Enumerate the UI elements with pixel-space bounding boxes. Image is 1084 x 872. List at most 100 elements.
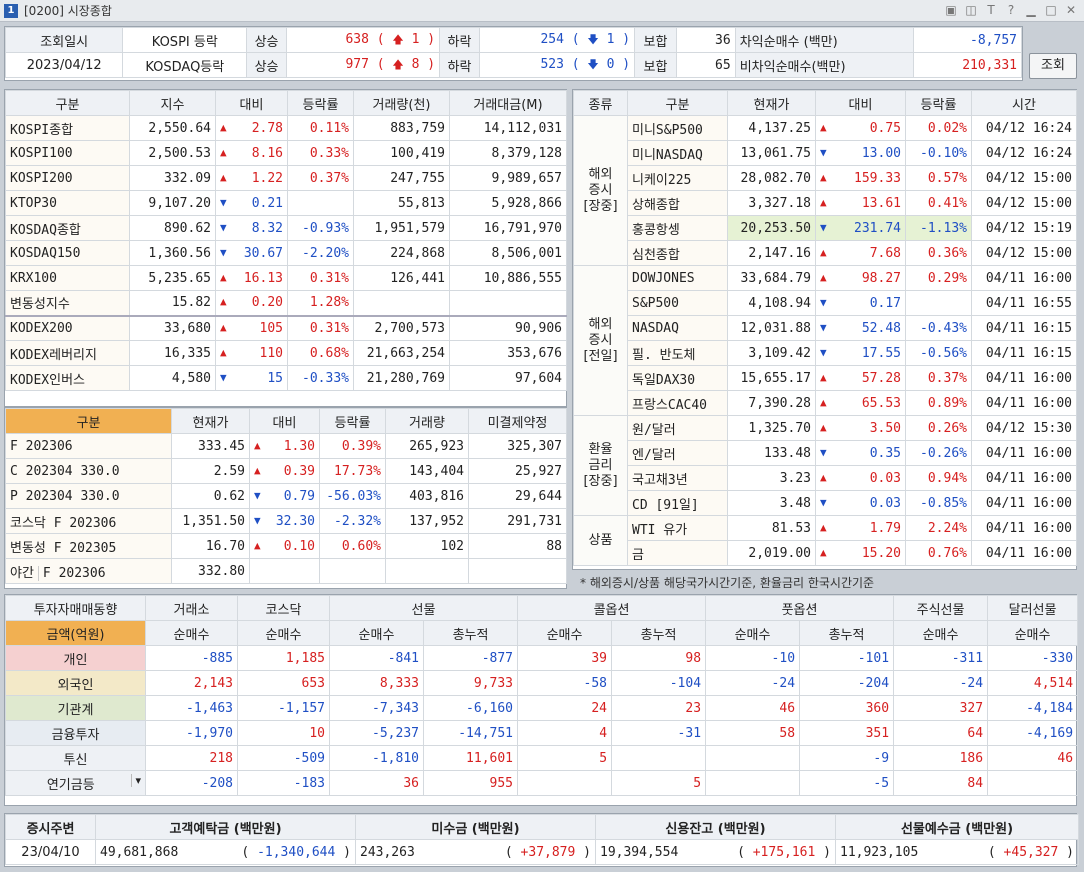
investor-row[interactable]: 외국인 2,143 653 8,333 9,733 -58 -104 -24 -204 -24 4,… — [5, 670, 1079, 696]
deriv-row[interactable]: F 202306 333.45 ▲ 1.30 0.39% 265,923 325,307 — [5, 433, 567, 459]
world-row[interactable]: 국고채3년 3.23 ▲ 0.03 0.94% 04/11 16:00 — [574, 465, 1077, 491]
close-icon[interactable]: ✕ — [1064, 3, 1078, 17]
world-rate: -0.26% — [905, 440, 972, 466]
investor-value: 327 — [893, 695, 989, 721]
index-header[interactable]: 지수 — [129, 90, 216, 116]
index-volume: 2,700,573 — [353, 315, 450, 341]
deriv-volume: 265,923 — [385, 433, 469, 459]
investor-value: -1,810 — [329, 745, 424, 771]
world-header[interactable]: 대비 — [815, 90, 906, 116]
index-row[interactable]: KODEX200 33,680 ▲ 105 0.31% 2,700,573 90,906 — [5, 315, 567, 341]
maximize-icon[interactable]: □ — [1044, 3, 1058, 17]
deriv-header[interactable]: 등락률 — [319, 408, 386, 434]
triangle-up-icon: ▲ — [220, 120, 227, 134]
deriv-header[interactable]: 거래량 — [385, 408, 469, 434]
world-row[interactable]: 환율 금리 [장중] 원/달러 1,325.70 ▲ 3.50 0.26% 04/12 15… — [573, 415, 1077, 516]
world-header[interactable]: 시간 — [971, 90, 1077, 116]
chevron-down-icon[interactable]: ▾ — [131, 773, 141, 787]
minimize-icon[interactable]: ▁ — [1024, 3, 1038, 17]
night-futures-row[interactable]: 야간 F 202306 332.80 — [5, 558, 567, 584]
world-row[interactable]: 프랑스CAC40 7,390.28 ▲ 65.53 0.89% 04/11 16:00 — [574, 390, 1077, 416]
market-periphery-table: 증시주변 고객예탁금 (백만원) 미수금 (백만원) 신용잔고 (백만원) 선물예수금 … — [4, 813, 1079, 867]
investor-row[interactable]: 연기금등 ▾ -208 -183 36 955 5 -5 84 — [5, 770, 1079, 796]
index-change: ▼ 0.21 — [215, 190, 288, 216]
deriv-volume: 403,816 — [385, 483, 469, 509]
investor-row[interactable]: 기관계 -1,463 -1,157 -7,343 -6,160 24 23 46 360 327-… — [5, 695, 1079, 721]
index-header[interactable]: 거래량(천) — [353, 90, 450, 116]
world-row[interactable]: CD [91일] 3.48 ▼ 0.03 -0.85% 04/11 16:00 — [574, 490, 1077, 516]
world-row[interactable]: S&P500 4,108.94 ▼ 0.17 04/11 16:55 — [574, 290, 1077, 316]
world-header[interactable]: 구분 — [627, 90, 728, 116]
index-row[interactable]: 변동성지수 15.82 ▲ 0.20 1.28% — [5, 290, 567, 316]
market-summary: 조회일시 KOSPI 등락 상승 638 ( 🡅 1 ) 하락 254 ( 🡇 … — [4, 26, 1023, 81]
investor-value: -877 — [422, 645, 519, 671]
world-row[interactable]: 필. 반도체 3,109.42 ▼ 17.55 -0.56% 04/11 16:15 — [574, 340, 1077, 366]
world-row[interactable]: 엔/달러 133.48 ▼ 0.35 -0.26% 04/11 16:00 — [574, 440, 1077, 466]
text-icon[interactable]: T — [984, 3, 998, 17]
investor-row[interactable]: 개인 -885 1,185 -841 -877 39 98 -10 -101 -311 -330 — [5, 645, 1079, 671]
deriv-header[interactable]: 구분 — [5, 408, 172, 434]
triangle-down-icon: ▼ — [220, 370, 227, 384]
world-header[interactable]: 현재가 — [727, 90, 816, 116]
deriv-header[interactable]: 현재가 — [171, 408, 250, 434]
investor-value: -9 — [799, 745, 895, 771]
deriv-row[interactable]: 변동성 F 202305 16.70 ▲ 0.10 0.60% 102 88 — [5, 533, 567, 559]
world-row[interactable]: 해외 증시 [전일] DOWJONES 33,684.79 ▲ 98.27 0.29% 04… — [573, 265, 1077, 416]
index-row[interactable]: KTOP30 9,107.20 ▼ 0.21 55,813 5,928,866 — [5, 190, 567, 216]
index-volume — [353, 290, 450, 316]
world-row[interactable]: 상품 WTI 유가 81.53 ▲ 1.79 2.24% 04/11 16:00 — [573, 515, 1077, 566]
layout-icon[interactable]: ▣ — [944, 3, 958, 17]
world-row[interactable]: 니케이225 28,082.70 ▲ 159.33 0.57% 04/12 15:00 — [574, 165, 1077, 191]
index-name: KOSDAQ150 — [5, 240, 130, 266]
deriv-row[interactable]: C 202304 330.0 2.59 ▲ 0.39 17.73% 143,404 25,9… — [5, 458, 567, 484]
world-price: 15,655.17 — [727, 365, 816, 391]
deriv-change: ▲ 1.30 — [249, 433, 320, 459]
index-amount: 10,886,555 — [449, 265, 567, 291]
world-row[interactable]: 해외 증시 [장중] 미니S&P500 4,137.25 ▲ 0.75 0.02% 04/1… — [573, 115, 1077, 266]
world-name: 상해종합 — [627, 190, 728, 216]
deriv-row[interactable]: 코스닥 F 202306 1,351.50 ▼ 32.30 -2.32% 137,952 2… — [5, 508, 567, 534]
world-row[interactable]: 상해종합 3,327.18 ▲ 13.61 0.41% 04/12 15:00 — [574, 190, 1077, 216]
query-button[interactable]: 조회 — [1029, 53, 1077, 79]
investor-row[interactable]: 투신 218 -509 -1,810 11,601 5 -9 186 46 — [5, 745, 1079, 771]
index-header[interactable]: 거래대금(M) — [449, 90, 567, 116]
world-row[interactable]: NASDAQ 12,031.88 ▼ 52.48 -0.43% 04/11 16:15 — [574, 315, 1077, 341]
investor-group-header: 코스닥 — [237, 595, 330, 621]
investor-value — [705, 770, 801, 796]
index-header[interactable]: 대비 — [215, 90, 288, 116]
time-basis-note: * 해외증시/상품 해당국가시간기준, 환율금리 한국시간기준 — [580, 576, 875, 590]
world-rate: 0.76% — [905, 540, 972, 566]
world-row[interactable]: 금 2,019.00 ▲ 15.20 0.76% 04/11 16:00 — [574, 540, 1077, 566]
world-row[interactable]: 심천종합 2,147.16 ▲ 7.68 0.36% 04/12 15:00 — [574, 240, 1077, 266]
world-group-label: 해외 증시 [장중] — [573, 115, 628, 266]
world-header[interactable]: 종류 — [573, 90, 628, 116]
deriv-change: ▲ 0.10 — [249, 533, 320, 559]
index-row[interactable]: KOSDAQ150 1,360.56 ▼ 30.67 -2.20% 224,868 8,50… — [5, 240, 567, 266]
index-row[interactable]: KOSPI200 332.09 ▲ 1.22 0.37% 247,755 9,989,657 — [5, 165, 567, 191]
world-header[interactable]: 등락률 — [905, 90, 972, 116]
index-name: KODEX레버리지 — [5, 340, 130, 366]
index-rate: 0.11% — [287, 115, 354, 141]
index-row[interactable]: KRX100 5,235.65 ▲ 16.13 0.31% 126,441 10,886,5… — [5, 265, 567, 291]
index-row[interactable]: KODEX레버리지 16,335 ▲ 110 0.68% 21,663,254 353,67… — [5, 340, 567, 366]
world-row[interactable]: 미니NASDAQ 13,061.75 ▼ 13.00 -0.10% 04/12 16:24 — [574, 140, 1077, 166]
world-row[interactable]: 홍콩항셍 20,253.50 ▼ 231.74 -1.13% 04/12 15:19 — [574, 215, 1077, 241]
index-row[interactable]: KOSPI종합 2,550.64 ▲ 2.78 0.11% 883,759 14,112,0… — [5, 115, 567, 141]
world-time: 04/12 16:24 — [971, 140, 1077, 166]
index-row[interactable]: KODEX인버스 4,580 ▼ 15 -0.33% 21,280,769 97,604 — [5, 365, 567, 391]
deriv-header[interactable]: 대비 — [249, 408, 320, 434]
investor-row[interactable]: 금융투자 -1,970 10 -5,237 -14,751 4 -31 58 351 64 -4,1… — [5, 720, 1079, 746]
index-header[interactable]: 구분 — [5, 90, 130, 116]
investor-name: 개인 — [5, 645, 146, 671]
index-row[interactable]: KOSDAQ종합 890.62 ▼ 8.32 -0.93% 1,951,579 16,791… — [5, 215, 567, 241]
help-icon[interactable]: ? — [1004, 3, 1018, 17]
index-name: KOSPI200 — [5, 165, 130, 191]
index-header[interactable]: 등락률 — [287, 90, 354, 116]
popout-icon[interactable]: ◫ — [964, 3, 978, 17]
world-row[interactable]: 독일DAX30 15,655.17 ▲ 57.28 0.37% 04/11 16:00 — [574, 365, 1077, 391]
deriv-header[interactable]: 미결제약정 — [468, 408, 567, 434]
periphery-header: 고객예탁금 (백만원) — [95, 814, 356, 840]
deriv-row[interactable]: P 202304 330.0 0.62 ▼ 0.79 -56.03% 403,816 29,… — [5, 483, 567, 509]
investor-name[interactable]: 연기금등 ▾ — [5, 770, 146, 796]
index-row[interactable]: KOSPI100 2,500.53 ▲ 8.16 0.33% 100,419 8,379,1… — [5, 140, 567, 166]
